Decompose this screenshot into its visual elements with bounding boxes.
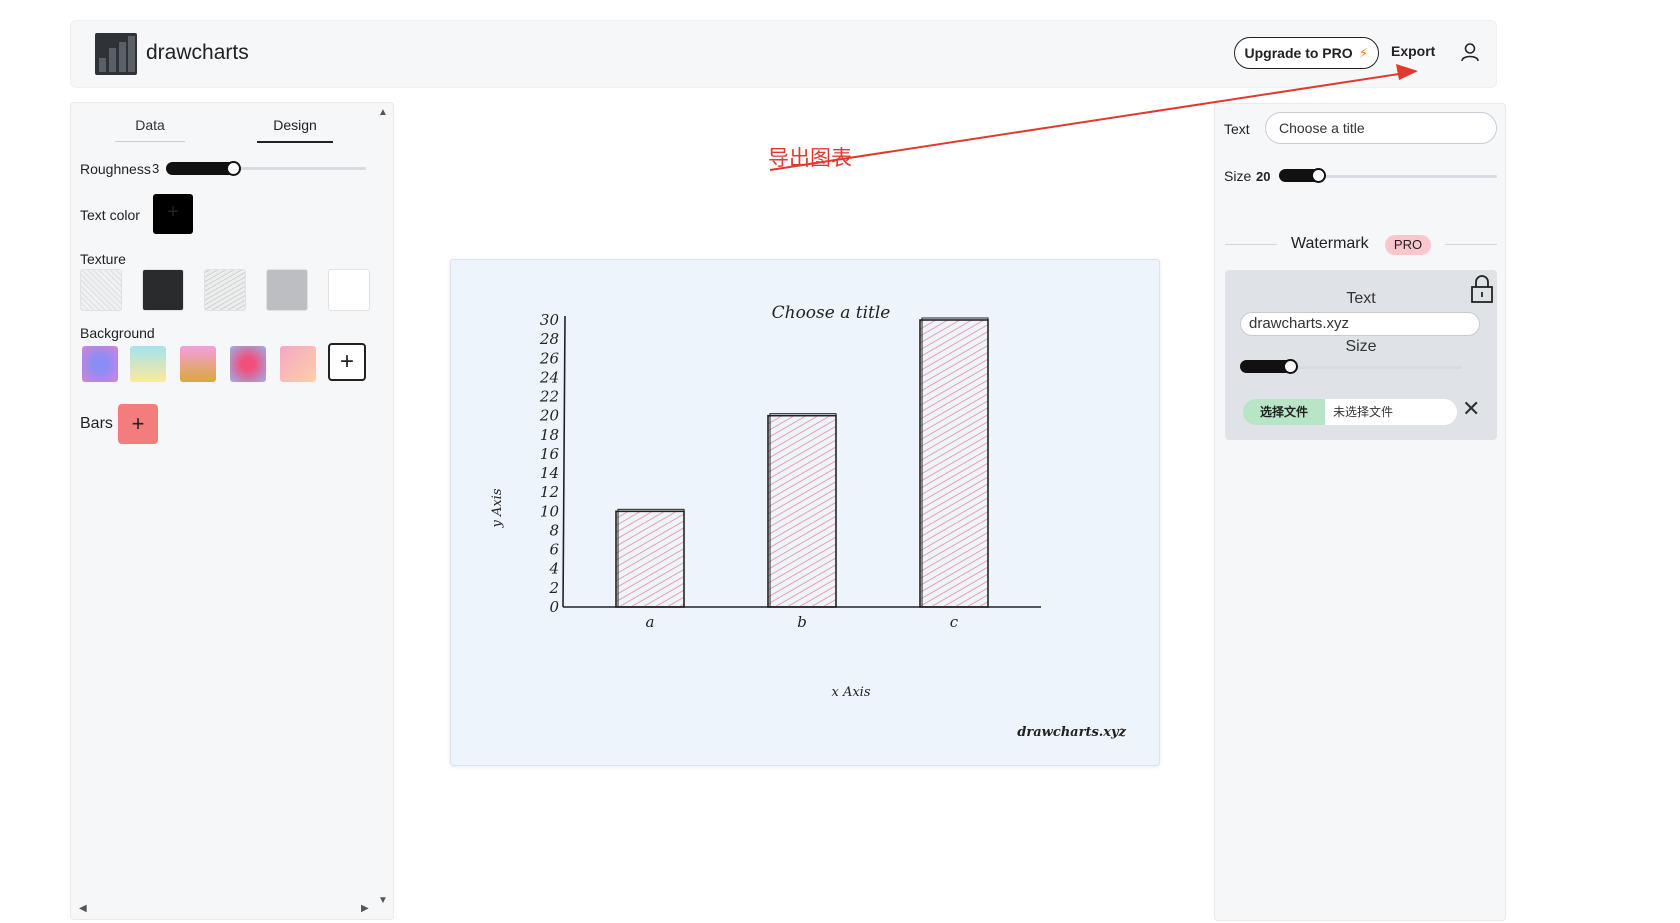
bar [767,414,837,608]
tab-data[interactable]: Data [115,117,185,142]
y-tick-label: 12 [540,483,559,501]
text-color-label: Text color [80,207,140,223]
y-tick-label: 2 [548,579,559,597]
background-swatch[interactable] [180,346,216,382]
x-axis-label: x Axis [831,685,870,700]
texture-label: Texture [80,251,126,267]
background-swatch[interactable] [82,346,118,382]
add-background-button[interactable]: + [328,343,366,381]
background-swatch[interactable] [280,346,316,382]
title-size-value: 20 [1256,169,1271,184]
watermark-heading: Watermark [1291,235,1369,252]
scroll-left-arrow-icon[interactable]: ◀ [79,903,87,914]
scroll-right-arrow-icon[interactable]: ▶ [361,903,369,914]
app-name: drawcharts [146,41,249,64]
y-tick-label: 16 [540,445,560,463]
app-header: drawcharts Upgrade to PRO ⚡ Export [70,20,1497,88]
x-tick-label: c [950,613,959,631]
upgrade-label: Upgrade to PRO [1244,45,1353,61]
y-tick-label: 0 [549,598,559,616]
bolt-icon: ⚡ [1358,44,1369,61]
export-button[interactable]: Export [1391,43,1435,59]
file-name-display: 未选择文件 [1325,399,1457,425]
close-icon[interactable]: ✕ [1462,396,1480,422]
roughness-value: 3 [152,161,160,176]
texture-option[interactable] [328,269,370,311]
add-icon: + [167,201,179,223]
x-tick-label: b [797,613,807,631]
texture-option[interactable] [266,269,308,311]
tab-design[interactable]: Design [257,117,333,143]
bars-color-button[interactable]: + [118,404,158,444]
background-label: Background [80,325,155,341]
y-tick-label: 4 [548,560,559,578]
text-color-swatch[interactable]: + [153,194,193,234]
texture-option[interactable] [142,269,184,311]
chart-settings-panel: Text Choose a title Size 20 Watermark PR… [1214,103,1506,921]
user-icon[interactable] [1459,41,1481,63]
chart-canvas: Choose a title y Axis x Axis drawcharts.… [450,259,1160,766]
chart-title-input[interactable]: Choose a title [1265,112,1497,144]
y-tick-label: 10 [540,502,560,520]
y-tick-label: 18 [540,426,559,444]
y-tick-label: 22 [539,388,559,406]
y-tick-label: 30 [540,311,560,329]
watermark-text-input[interactable]: drawcharts.xyz [1240,312,1480,336]
divider [1225,244,1277,245]
watermark-size-label: Size [1345,338,1377,355]
y-axis-label: y Axis [490,488,505,528]
watermark-settings: Text drawcharts.xyz Size 选择文件 未选择文件 ✕ [1225,270,1497,440]
title-size-slider-handle[interactable] [1311,168,1326,183]
x-tick-label: a [646,613,655,631]
texture-option[interactable] [204,269,246,311]
y-tick-label: 14 [540,464,559,482]
annotation-label: 导出图表 [768,146,852,170]
scroll-down-arrow-icon[interactable]: ▼ [378,895,388,906]
y-tick-label: 6 [549,541,559,559]
scroll-up-arrow-icon[interactable]: ▲ [378,107,388,118]
bar [919,319,989,608]
logo-icon [95,33,137,75]
choose-file-button[interactable]: 选择文件 [1243,399,1325,425]
upgrade-button[interactable]: Upgrade to PRO ⚡ [1234,37,1379,69]
watermark-text-label: Text [1346,290,1376,307]
divider [1445,244,1497,245]
y-tick-label: 24 [539,368,559,386]
background-swatch[interactable] [130,346,166,382]
texture-option[interactable] [80,269,122,311]
bar [615,510,685,608]
bars-label: Bars [80,415,113,432]
title-size-label: Size [1224,168,1252,184]
watermark-size-slider-handle[interactable] [1283,359,1298,374]
y-tick-label: 26 [539,349,560,367]
roughness-label: Roughness [80,161,151,177]
roughness-slider-handle[interactable] [226,161,241,176]
pro-badge: PRO [1385,235,1431,255]
y-tick-label: 28 [539,330,559,348]
y-tick-label: 8 [549,521,559,539]
design-panel: Data Design Roughness 3 Text color + Tex… [70,102,394,920]
y-tick-label: 20 [539,407,560,425]
y-axis-line [562,315,566,608]
title-text-label: Text [1224,121,1250,137]
background-swatch[interactable] [230,346,266,382]
bar-chart: Choose a title y Axis x Axis drawcharts.… [490,303,1127,740]
chart-title: Choose a title [772,303,891,323]
chart-watermark: drawcharts.xyz [1017,725,1126,740]
